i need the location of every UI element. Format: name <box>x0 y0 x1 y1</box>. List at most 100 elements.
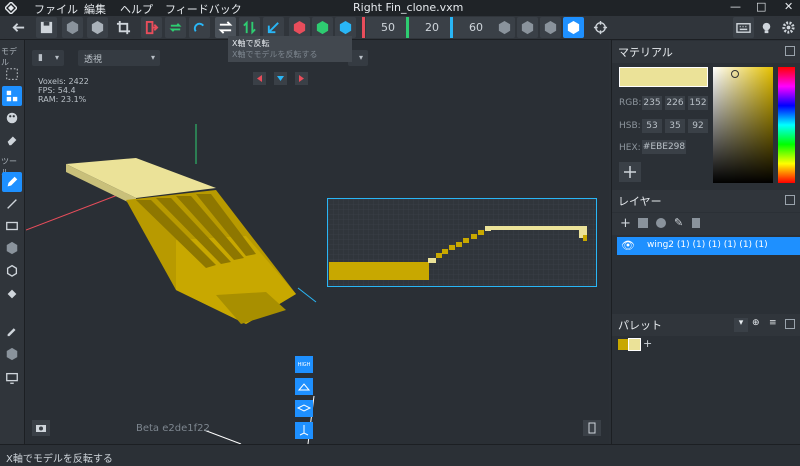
voxel-shape-icon[interactable] <box>2 344 22 364</box>
right-panel: マテリアル RGB: 235 226 152 HSB: 53 35 92 HEX… <box>611 40 800 444</box>
palette-header: パレット ▾ ⊕ ≡ <box>612 314 800 336</box>
blue-cube-icon[interactable] <box>335 17 356 38</box>
render-icon[interactable] <box>2 368 22 388</box>
menu-feedback[interactable]: フィードバック <box>165 1 242 17</box>
paint-palette-icon[interactable] <box>2 108 22 128</box>
lightbulb-icon[interactable] <box>756 17 777 38</box>
material-popout-icon[interactable] <box>785 46 795 56</box>
hsb-b-input[interactable]: 92 <box>688 119 708 133</box>
minimize-icon[interactable]: — <box>730 0 741 13</box>
layer-visibility-eye-icon[interactable]: 👁 <box>621 239 635 252</box>
menu-edit[interactable]: 編集 <box>84 1 106 17</box>
cube-solid-icon[interactable] <box>87 17 108 38</box>
extrude-tool-icon[interactable] <box>2 260 22 280</box>
palette-zoom-icon[interactable]: ⊕ <box>752 318 760 328</box>
layout-tool-icon[interactable] <box>2 86 22 106</box>
rgb-b-input[interactable]: 152 <box>688 96 708 110</box>
settings-gear-icon[interactable] <box>778 17 799 38</box>
green-indicator <box>406 17 409 38</box>
pencil-tool-icon[interactable] <box>2 172 22 192</box>
keyboard-icon[interactable] <box>733 17 754 38</box>
red-cube-icon[interactable] <box>289 17 310 38</box>
palette-collapse-icon[interactable]: ▾ <box>734 318 748 332</box>
view-cube-1-icon[interactable] <box>494 17 515 38</box>
line-tool-icon[interactable] <box>2 194 22 214</box>
wireframe-button[interactable] <box>295 378 313 395</box>
status-bar: X軸でモデルを反転する <box>0 444 800 466</box>
merge-layer-icon[interactable] <box>656 218 666 228</box>
duplicate-layer-icon[interactable] <box>638 218 648 228</box>
crop-icon[interactable] <box>113 17 134 38</box>
version-label: Beta e2de1f22 <box>136 423 210 434</box>
add-layer-icon[interactable]: + <box>620 216 631 231</box>
view-cube-3-icon[interactable] <box>540 17 561 38</box>
model-body <box>126 190 296 324</box>
hsb-label: HSB: <box>619 121 641 131</box>
rgb-g-input[interactable]: 226 <box>665 96 685 110</box>
size-x-input[interactable]: 50 <box>366 17 410 38</box>
eyedropper-icon[interactable] <box>2 320 22 340</box>
rectangle-tool-icon[interactable] <box>2 216 22 236</box>
axes-view-button[interactable] <box>295 422 313 439</box>
hsb-h-input[interactable]: 53 <box>642 119 662 133</box>
cube-tool-icon[interactable] <box>2 238 22 258</box>
app-logo-icon[interactable] <box>3 0 19 16</box>
cube-outline-icon[interactable] <box>62 17 83 38</box>
tooltip-subtitle: X軸でモデルを反転する <box>232 50 318 59</box>
menu-help[interactable]: ヘルプ <box>120 1 153 17</box>
layers-view-button[interactable] <box>295 400 313 417</box>
toolbar: 50 20 60 <box>0 16 800 40</box>
select-tool-icon[interactable] <box>2 64 22 84</box>
delete-layer-icon[interactable] <box>692 218 700 228</box>
material-header: マテリアル <box>612 41 800 63</box>
maximize-icon[interactable]: □ <box>756 0 766 13</box>
view-cube-2-icon[interactable] <box>517 17 538 38</box>
tooltip: X軸で反転 X軸でモデルを反転する <box>228 36 352 62</box>
tooltip-title: X軸で反転 <box>232 39 270 48</box>
target-icon[interactable] <box>590 17 611 38</box>
menu-bar: ファイル 編集 ヘルプ フィードバック Right Fin_clone.vxm … <box>0 0 800 16</box>
save-icon[interactable] <box>36 17 57 38</box>
color-picker-cursor[interactable] <box>731 70 739 78</box>
size-z-input[interactable]: 60 <box>454 17 498 38</box>
current-color-swatch[interactable] <box>619 67 708 87</box>
palette-swatch[interactable] <box>618 339 629 350</box>
3d-viewport[interactable]: ▮ ▾ 透視 ▾ ▾ Voxels: 2422 FPS: 54.4 RAM: 23.… <box>26 40 609 444</box>
flip-x-icon[interactable] <box>215 17 236 38</box>
layers-popout-icon[interactable] <box>785 195 795 205</box>
rgb-r-input[interactable]: 235 <box>642 96 662 110</box>
redo-icon[interactable] <box>189 17 210 38</box>
flip-z-icon[interactable] <box>263 17 284 38</box>
layer-name: wing2 (1) (1) (1) (1) (1) (1) <box>647 240 768 250</box>
back-button[interactable] <box>4 17 32 38</box>
palette-menu-icon[interactable]: ≡ <box>769 318 777 328</box>
add-palette-color-icon[interactable]: + <box>643 337 652 350</box>
size-y-input[interactable]: 20 <box>410 17 454 38</box>
color-picker-area[interactable] <box>713 67 773 183</box>
blue-indicator <box>450 17 453 38</box>
hue-slider[interactable] <box>778 67 795 183</box>
flip-y-icon[interactable] <box>239 17 260 38</box>
side-view-panel[interactable] <box>327 198 597 287</box>
palette-popout-icon[interactable] <box>785 319 795 329</box>
quality-high-button[interactable]: HIGH <box>295 356 313 373</box>
layer-row[interactable]: 👁 wing2 (1) (1) (1) (1) (1) (1) <box>617 237 800 255</box>
loop-icon[interactable] <box>165 17 186 38</box>
hex-input[interactable]: #EBE298 <box>642 140 686 154</box>
mobile-view-icon[interactable] <box>583 420 601 436</box>
palette-swatch[interactable] <box>628 338 641 351</box>
bucket-fill-icon[interactable] <box>2 284 22 304</box>
eraser-icon[interactable] <box>2 130 22 150</box>
export-icon[interactable] <box>141 17 162 38</box>
window-title: Right Fin_clone.vxm <box>353 1 464 14</box>
green-cube-icon[interactable] <box>312 17 333 38</box>
close-icon[interactable]: ✕ <box>784 0 793 13</box>
menu-file[interactable]: ファイル <box>34 1 78 17</box>
eyedropper-button[interactable] <box>619 162 641 182</box>
rename-layer-icon[interactable]: ✎ <box>674 216 683 229</box>
layers-toolbar: + ✎ <box>612 213 800 235</box>
hex-label: HEX: <box>619 143 641 153</box>
view-cube-active-icon[interactable] <box>563 17 584 38</box>
screenshot-camera-icon[interactable] <box>32 420 50 436</box>
hsb-s-input[interactable]: 35 <box>665 119 685 133</box>
